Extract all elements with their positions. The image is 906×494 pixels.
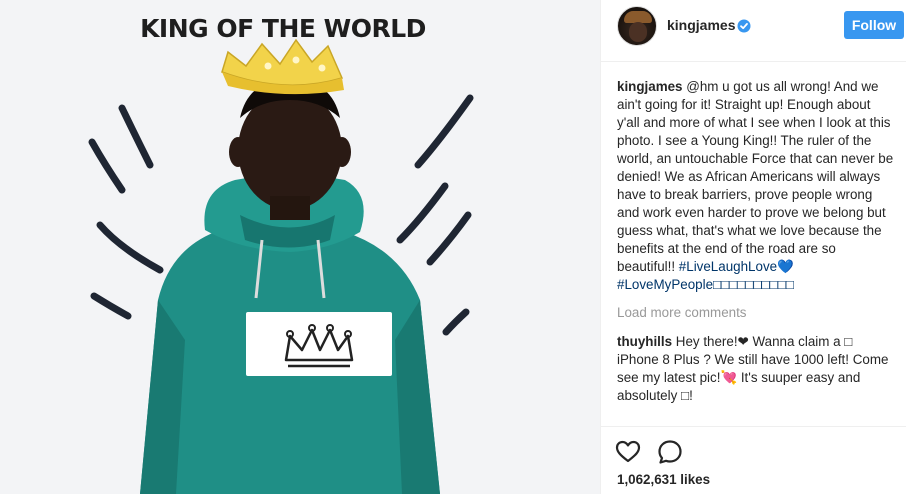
post-header: kingjames Follow <box>601 0 906 62</box>
comment-author[interactable]: thuyhills <box>617 334 672 349</box>
photo-title-text: KING OF THE WORLD <box>140 14 426 43</box>
avatar[interactable] <box>617 6 657 46</box>
photo-illustration <box>88 38 474 494</box>
comment-text: @hm u got us all wrong! And we ain't goi… <box>617 79 894 274</box>
likes-count[interactable]: 1,062,631 likes <box>617 472 710 487</box>
post-sidebar: kingjames Follow kingjames @hm u got us … <box>600 0 906 494</box>
post-photo[interactable]: KING OF THE WORLD <box>0 0 600 494</box>
crown-print-icon <box>284 324 354 368</box>
comment-bubble-icon[interactable] <box>657 439 683 465</box>
load-more-comments-link[interactable]: Load more comments <box>617 304 895 322</box>
hoodie-print <box>246 312 392 376</box>
comment-author[interactable]: kingjames <box>617 79 683 94</box>
comments-list: kingjames @hm u got us all wrong! And we… <box>617 78 895 409</box>
caption-comment: kingjames @hm u got us all wrong! And we… <box>617 78 895 294</box>
heart-outline-icon[interactable] <box>615 439 641 465</box>
verified-badge-icon <box>737 19 751 33</box>
follow-button[interactable]: Follow <box>844 11 904 39</box>
list-item: thuyhills Hey there!❤ Wanna claim a □ iP… <box>617 333 895 405</box>
post-author-username[interactable]: kingjames <box>667 17 735 33</box>
avatar-face <box>629 22 647 42</box>
post-actions-bar: 1,062,631 likes <box>601 426 906 494</box>
